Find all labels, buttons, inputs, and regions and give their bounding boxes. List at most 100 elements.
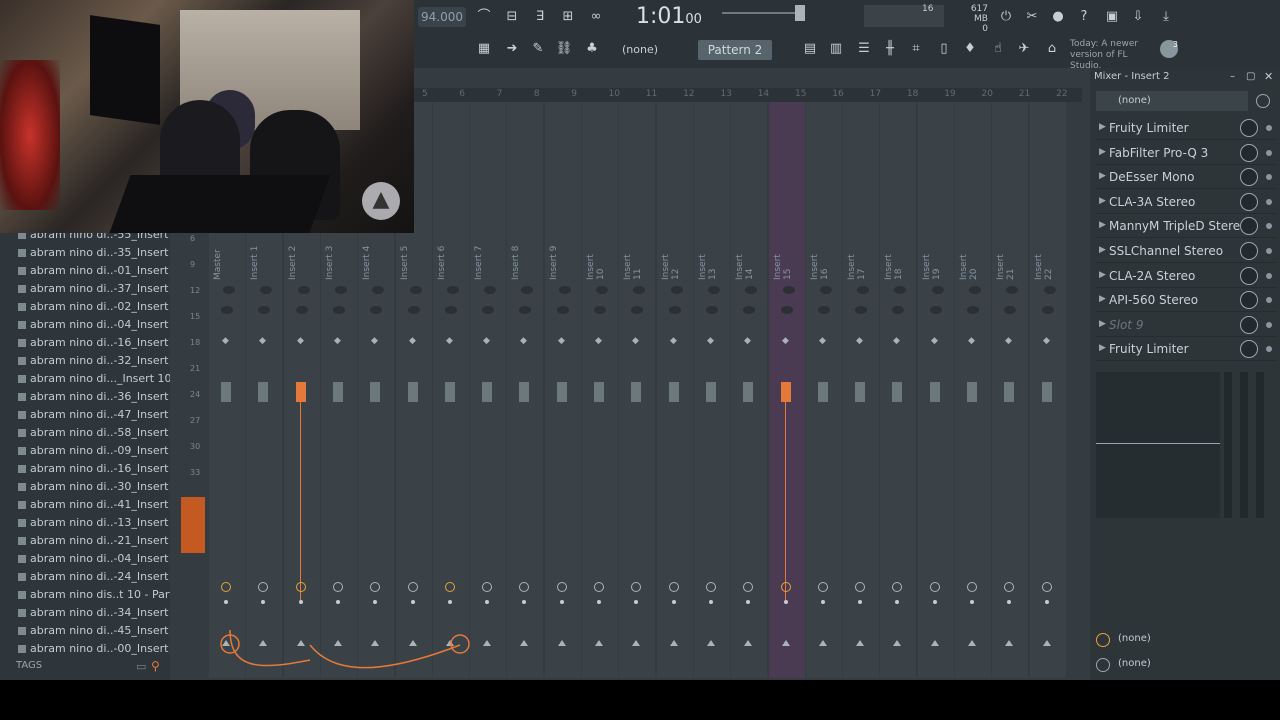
slot-enable-led[interactable] — [1266, 198, 1272, 205]
browser-icon[interactable]: ⌗ — [904, 38, 928, 60]
effect-slot[interactable]: ▶ FabFilter Pro-Q 3 — [1096, 142, 1276, 165]
stereo-separation-icon[interactable]: ◆ — [782, 336, 789, 346]
tags-label[interactable]: TAGS — [16, 660, 42, 671]
slot-enable-led[interactable] — [1266, 346, 1272, 353]
mixer-icon[interactable]: ╫ — [878, 38, 902, 60]
panel-fader-track[interactable] — [1240, 372, 1248, 518]
volume-fader[interactable] — [855, 382, 865, 402]
volume-fader[interactable] — [631, 382, 641, 402]
browser-item[interactable]: abram nino di..-32_Insert 10 — [18, 352, 186, 370]
volume-fader[interactable] — [445, 382, 455, 402]
mute-led[interactable] — [335, 286, 347, 294]
volume-fader[interactable] — [1042, 382, 1052, 402]
pan-knob[interactable] — [855, 306, 867, 314]
pan-knob[interactable] — [333, 306, 345, 314]
mute-led[interactable] — [708, 286, 720, 294]
slot-arrow-icon[interactable]: ▶ — [1099, 122, 1106, 132]
stereo-separation-icon[interactable]: ◆ — [893, 336, 900, 346]
pan-knob[interactable] — [631, 306, 643, 314]
mix-knob-icon[interactable] — [1240, 119, 1258, 137]
piano-icon[interactable]: ▦ — [472, 38, 496, 60]
pan-knob[interactable] — [669, 306, 681, 314]
volume-fader[interactable] — [557, 382, 567, 402]
eq-graph[interactable] — [1096, 372, 1220, 518]
mute-led[interactable] — [559, 286, 571, 294]
browser-item[interactable]: abram nino dis..t 10 - Part_1 — [18, 586, 186, 604]
send-knob-icon[interactable] — [1042, 582, 1052, 592]
mute-led[interactable] — [260, 286, 272, 294]
mute-led[interactable] — [894, 286, 906, 294]
send-knob-icon[interactable] — [370, 582, 380, 592]
browser-item[interactable]: abram nino di..-35_Insert 10 — [18, 244, 186, 262]
browser-item[interactable]: abram nino di..-45_Insert 10 — [18, 622, 186, 640]
plugin-icon[interactable]: ♦ — [958, 38, 982, 60]
help-icon[interactable]: ? — [1072, 6, 1096, 28]
cut-icon[interactable]: ✂ — [1020, 6, 1044, 28]
mute-led[interactable] — [783, 286, 795, 294]
stamp-icon[interactable]: ♣ — [580, 38, 604, 60]
stereo-separation-icon[interactable]: ◆ — [744, 336, 751, 346]
mute-led[interactable] — [671, 286, 683, 294]
download-icon[interactable]: ⤓ — [1154, 6, 1178, 28]
output-selector[interactable]: (none) — [1118, 633, 1151, 644]
volume-fader[interactable] — [706, 382, 716, 402]
mute-led[interactable] — [633, 286, 645, 294]
mute-led[interactable] — [521, 286, 533, 294]
slot-arrow-icon[interactable]: ▶ — [1099, 171, 1106, 181]
volume-fader[interactable] — [221, 382, 231, 402]
browser-item[interactable]: abram nino di..-58_Insert 10 — [18, 424, 186, 442]
effect-slot[interactable]: ▶ API-560 Stereo — [1096, 289, 1276, 313]
stereo-separation-icon[interactable]: ◆ — [968, 336, 975, 346]
search-icon[interactable]: ⚲ — [151, 659, 160, 673]
browser-item[interactable]: abram nino di..-24_Insert 10 — [18, 568, 186, 586]
mix-knob-icon[interactable] — [1240, 340, 1258, 359]
folder-icon[interactable]: ▭ — [136, 660, 146, 673]
effect-slot[interactable]: ▶ CLA-3A Stereo — [1096, 191, 1276, 214]
mute-led[interactable] — [932, 286, 944, 294]
slot-enable-led[interactable] — [1266, 297, 1272, 304]
browser-item[interactable]: abram nino di..-09_Insert 10 — [18, 442, 186, 460]
save-icon[interactable]: ▣ — [1100, 6, 1124, 28]
mute-led[interactable] — [372, 286, 384, 294]
stereo-separation-icon[interactable]: ◆ — [409, 336, 416, 346]
browser-item[interactable]: abram nino di..-16_Insert 10 — [18, 334, 186, 352]
loop-record-icon[interactable]: ∞ — [584, 6, 608, 28]
pan-knob[interactable] — [743, 306, 755, 314]
stereo-separation-icon[interactable]: ◆ — [856, 336, 863, 346]
mix-knob-icon[interactable] — [1240, 291, 1258, 310]
stereo-separation-icon[interactable]: ◆ — [1043, 336, 1050, 346]
stereo-separation-icon[interactable]: ◆ — [670, 336, 677, 346]
stereo-separation-icon[interactable]: ◆ — [595, 336, 602, 346]
pan-knob[interactable] — [296, 306, 308, 314]
send-knob-icon[interactable] — [594, 582, 604, 592]
pan-knob[interactable] — [258, 306, 270, 314]
stereo-separation-icon[interactable]: ◆ — [707, 336, 714, 346]
maximize-icon[interactable]: ▢ — [1246, 71, 1255, 82]
slot-arrow-icon[interactable]: ▶ — [1099, 147, 1106, 157]
update-globe-icon[interactable]: 3 — [1160, 40, 1178, 58]
browser-item[interactable]: abram nino di..-36_Insert 10 — [18, 388, 186, 406]
browser-item[interactable]: abram nino di..-13_Insert 10 — [18, 514, 186, 532]
wait-record-icon[interactable]: ⊟ — [500, 6, 524, 28]
latency-clock-icon[interactable] — [1256, 94, 1270, 108]
output-clock-icon[interactable] — [1096, 633, 1110, 647]
volume-fader[interactable] — [967, 382, 977, 402]
pan-knob[interactable] — [781, 306, 793, 314]
close-icon[interactable]: ✕ — [1264, 70, 1273, 83]
volume-fader[interactable] — [333, 382, 343, 402]
pan-knob[interactable] — [967, 306, 979, 314]
send-knob-icon[interactable] — [967, 582, 977, 592]
brush-icon[interactable]: ✎ — [526, 38, 550, 60]
mute-led[interactable] — [1044, 286, 1056, 294]
slot-enable-led[interactable] — [1266, 223, 1272, 230]
mix-knob-icon[interactable] — [1240, 315, 1258, 334]
send-knob-icon[interactable] — [855, 582, 865, 592]
send-knob-icon[interactable] — [706, 582, 716, 592]
slot-enable-led[interactable] — [1266, 248, 1272, 254]
volume-fader[interactable] — [818, 382, 828, 402]
slot-enable-led[interactable] — [1266, 272, 1272, 279]
volume-fader[interactable] — [892, 382, 902, 402]
metronome-icon[interactable]: ⌒ — [472, 6, 496, 28]
send-knob-icon[interactable] — [258, 582, 268, 592]
mute-led[interactable] — [223, 286, 235, 294]
